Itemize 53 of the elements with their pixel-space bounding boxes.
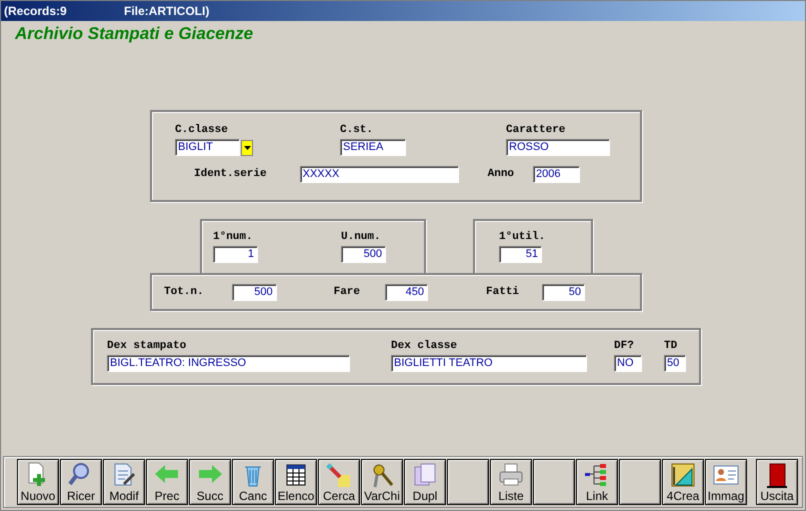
exit-button[interactable]: Uscita bbox=[756, 459, 798, 505]
field-label: Carattere bbox=[506, 124, 566, 137]
toolbar-button[interactable]: Prec bbox=[146, 459, 188, 505]
toolbar-button[interactable]: Canc bbox=[232, 459, 274, 505]
empty-button[interactable] bbox=[533, 459, 575, 505]
field-label: Anno bbox=[488, 168, 514, 181]
input-field[interactable]: 2006 bbox=[533, 166, 580, 183]
field-label: Tot.n. bbox=[164, 286, 204, 298]
toolbar-button[interactable]: Modif bbox=[103, 459, 145, 505]
toolbar-button[interactable]: Nuovo bbox=[17, 459, 59, 505]
field-label: Dex stampato bbox=[107, 340, 186, 353]
caret-icon bbox=[244, 146, 250, 150]
input-field[interactable]: 50 bbox=[542, 284, 586, 300]
field-label: U.num. bbox=[341, 231, 381, 244]
input-field[interactable]: XXXXX bbox=[300, 166, 459, 183]
field-label: Fare bbox=[334, 286, 360, 298]
field-label: Ident.serie bbox=[194, 168, 267, 181]
input-field[interactable]: NO bbox=[614, 355, 642, 372]
input-field[interactable]: 51 bbox=[499, 246, 542, 263]
input-field[interactable]: BIGLIETTI TEATRO bbox=[391, 355, 587, 372]
window-title: File:ARTICOLI) bbox=[124, 3, 210, 20]
toolbar-button[interactable]: Liste bbox=[490, 459, 532, 505]
window-title: (Records:9 bbox=[4, 3, 68, 20]
form-heading: Archivio Stampati e Giacenze bbox=[15, 23, 254, 45]
toolbar-button[interactable]: Succ bbox=[189, 459, 231, 505]
input-field[interactable]: SERIEA bbox=[340, 139, 406, 156]
field-label: 1°num. bbox=[213, 231, 253, 244]
input-field[interactable]: 1 bbox=[213, 246, 258, 263]
toolbar-button[interactable]: Immag bbox=[705, 459, 747, 505]
field-label: C.classe bbox=[175, 124, 228, 137]
input-field[interactable]: ROSSO bbox=[506, 139, 610, 156]
input-field[interactable]: 500 bbox=[341, 246, 386, 263]
empty-button[interactable] bbox=[619, 459, 661, 505]
input-field[interactable]: 500 bbox=[232, 284, 277, 300]
field-label: TD bbox=[664, 340, 678, 353]
field-label: Dex classe bbox=[391, 340, 458, 353]
field-label: 1°util. bbox=[499, 231, 546, 244]
field-label: DF? bbox=[614, 340, 634, 353]
toolbar-button[interactable]: Dupl bbox=[404, 459, 446, 505]
toolbar-button[interactable]: Cerca bbox=[318, 459, 360, 505]
toolbar-button[interactable]: Ricer bbox=[60, 459, 102, 505]
toolbar-button[interactable]: Elenco bbox=[275, 459, 317, 505]
toolbar-button[interactable]: Link bbox=[576, 459, 618, 505]
input-field[interactable]: 50 bbox=[664, 355, 686, 372]
empty-button[interactable] bbox=[447, 459, 489, 505]
field-label: C.st. bbox=[340, 124, 374, 137]
field-label: Fatti bbox=[486, 286, 520, 298]
toolbar-button[interactable]: 4Crea bbox=[662, 459, 704, 505]
toolbar-button[interactable]: VarChi bbox=[361, 459, 403, 505]
input-field[interactable]: BIGLIT bbox=[175, 139, 240, 156]
dropdown-button[interactable] bbox=[241, 140, 253, 156]
input-field[interactable]: 450 bbox=[385, 284, 428, 300]
input-field[interactable]: BIGL.TEATRO: INGRESSO bbox=[107, 355, 350, 372]
